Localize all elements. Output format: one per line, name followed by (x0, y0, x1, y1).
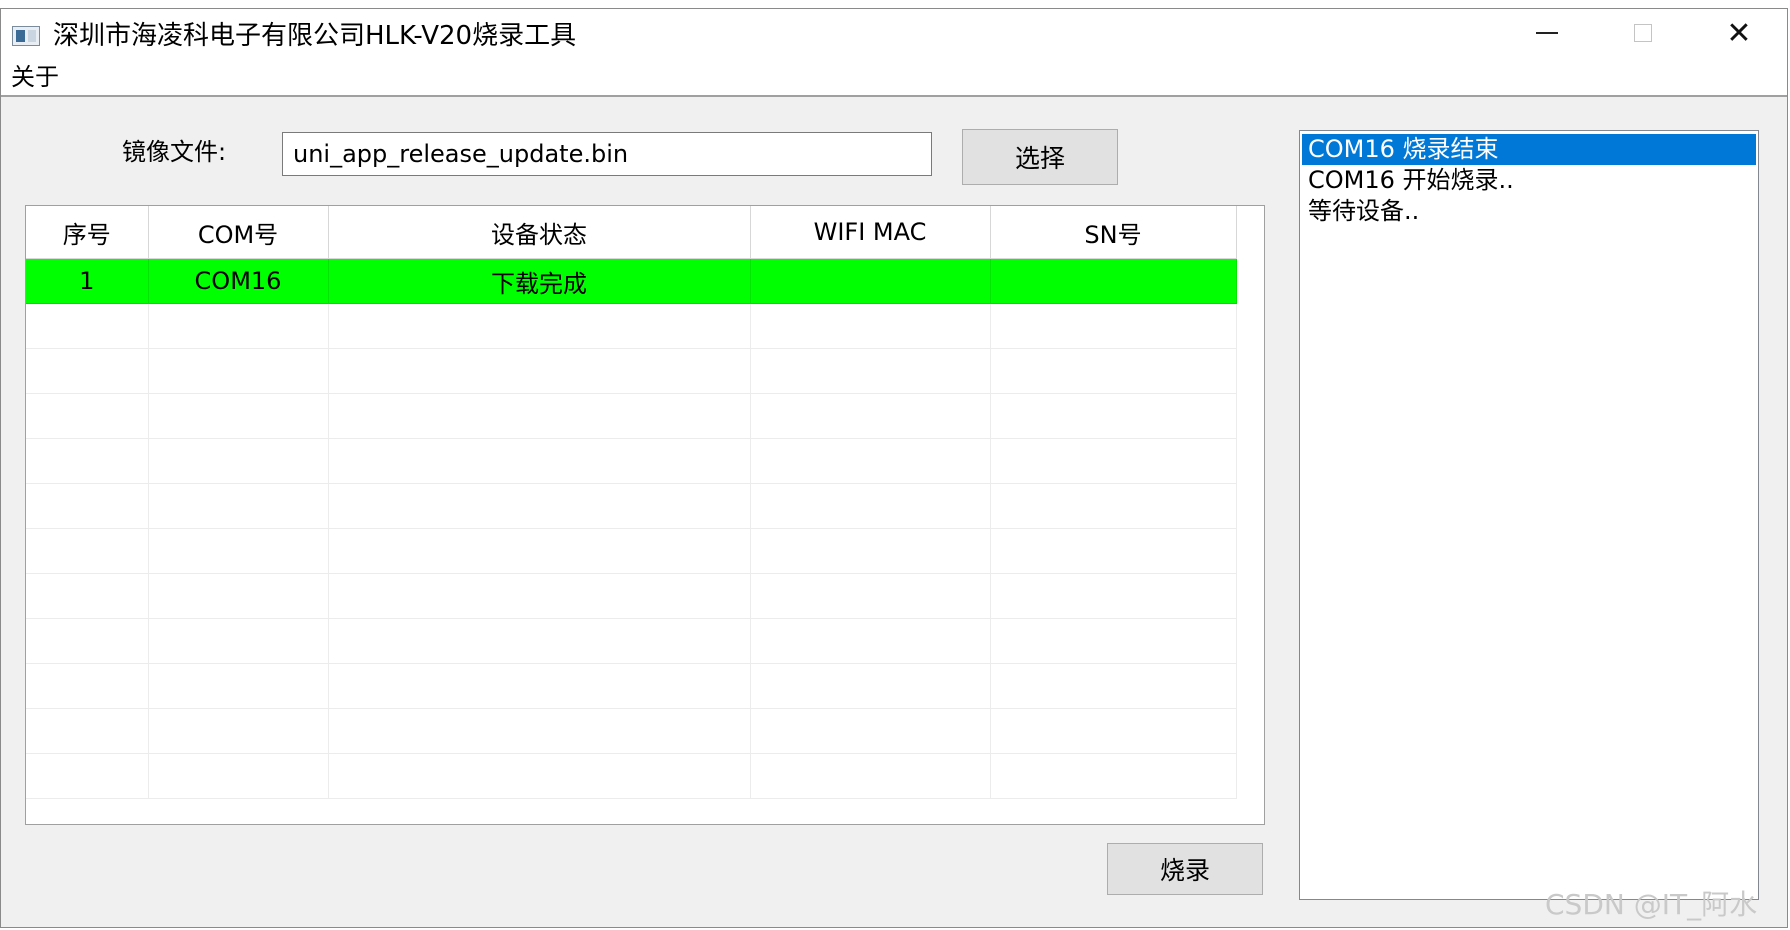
minimize-icon (1536, 32, 1558, 34)
menu-bar: 关于 (1, 57, 1787, 97)
device-table[interactable]: 序号 COM号 设备状态 WIFI MAC SN号 1 COM16 下载完成 (25, 205, 1265, 825)
empty-row (26, 663, 1237, 709)
empty-row (26, 573, 1237, 619)
log-item[interactable]: 等待设备.. (1302, 196, 1756, 227)
image-file-label: 镜像文件: (122, 138, 227, 166)
table-header-row: 序号 COM号 设备状态 WIFI MAC SN号 (26, 206, 1237, 259)
log-list[interactable]: COM16 烧录结束 COM16 开始烧录.. 等待设备.. (1299, 130, 1759, 900)
empty-row (26, 393, 1237, 439)
cell-index: 1 (26, 258, 149, 304)
close-icon: ✕ (1726, 15, 1752, 51)
cell-sn (990, 258, 1237, 304)
empty-row (26, 483, 1237, 529)
image-file-input[interactable] (282, 132, 932, 176)
maximize-icon (1634, 24, 1652, 42)
log-item[interactable]: COM16 烧录结束 (1302, 134, 1756, 165)
app-icon (12, 26, 40, 46)
select-file-button[interactable]: 选择 (962, 129, 1118, 185)
minimize-button[interactable] (1499, 9, 1595, 57)
cell-status: 下载完成 (328, 258, 751, 304)
empty-row (26, 708, 1237, 754)
watermark: CSDN @IT_阿水 (1545, 888, 1758, 921)
device-table-grid: 序号 COM号 设备状态 WIFI MAC SN号 1 COM16 下载完成 (26, 206, 1237, 799)
log-item[interactable]: COM16 开始烧录.. (1302, 165, 1756, 196)
menu-item-about[interactable]: 关于 (11, 63, 59, 91)
cell-wifi-mac (750, 258, 991, 304)
column-header-sn[interactable]: SN号 (990, 206, 1237, 259)
burn-button[interactable]: 烧录 (1107, 843, 1263, 895)
empty-row (26, 303, 1237, 349)
empty-row (26, 348, 1237, 394)
close-button[interactable]: ✕ (1691, 9, 1787, 57)
maximize-button[interactable] (1595, 9, 1691, 57)
table-row[interactable]: 1 COM16 下载完成 (26, 258, 1237, 304)
empty-row (26, 438, 1237, 484)
empty-row (26, 528, 1237, 574)
column-header-wifi-mac[interactable]: WIFI MAC (750, 206, 991, 259)
empty-row (26, 753, 1237, 799)
cell-com: COM16 (148, 258, 329, 304)
column-header-com[interactable]: COM号 (148, 206, 329, 259)
window-title: 深圳市海凌科电子有限公司HLK-V20烧录工具 (53, 21, 577, 51)
title-bar[interactable]: 深圳市海凌科电子有限公司HLK-V20烧录工具 ✕ (1, 9, 1787, 57)
column-header-index[interactable]: 序号 (26, 206, 149, 259)
empty-row (26, 618, 1237, 664)
column-header-status[interactable]: 设备状态 (328, 206, 751, 259)
